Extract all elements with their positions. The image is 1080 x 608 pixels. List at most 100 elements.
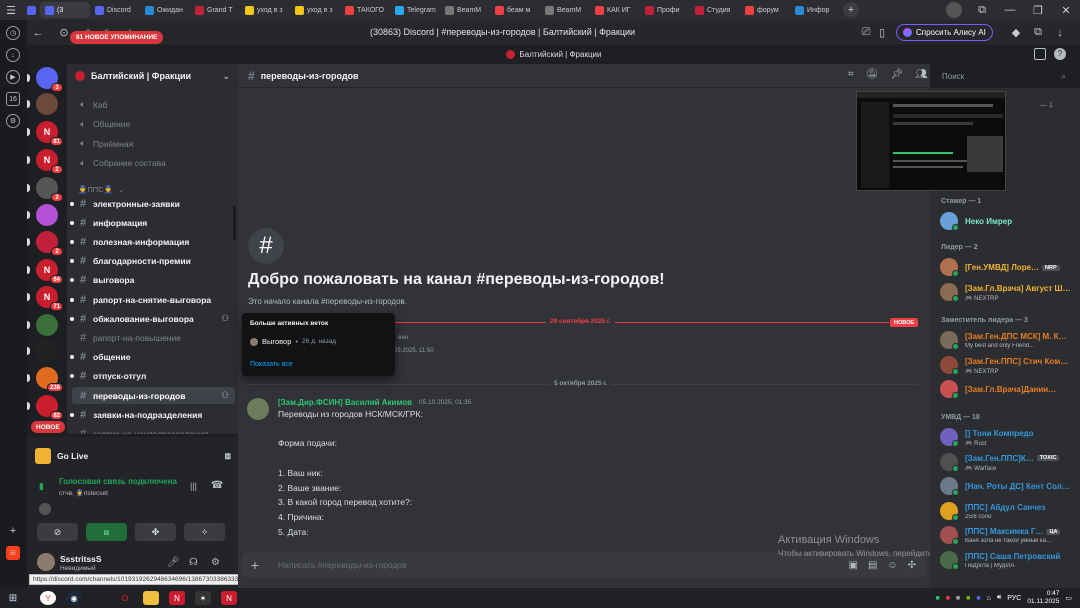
voice-channel[interactable]: 🔈︎ Общение [72, 116, 235, 133]
emoji-icon[interactable]: ☺ [887, 560, 897, 571]
tray-icon-2[interactable]: ■ [946, 595, 950, 602]
member-item[interactable]: [] Тони Компредо 🎮 Rust [940, 426, 1078, 448]
channel-item[interactable]: # заявки-на-подразделения [70, 406, 235, 423]
yandex-app-icon[interactable]: ⊟ [6, 546, 20, 560]
gift-icon[interactable]: ▣ [848, 560, 857, 571]
search-input[interactable]: Поиск ⌕ [937, 68, 1071, 85]
apps-icon[interactable]: ✣ [908, 560, 916, 571]
yandex-browser-icon[interactable]: Y [40, 591, 56, 605]
clock[interactable]: 0:47 01.11.2025 [1027, 590, 1059, 606]
volume-icon[interactable]: 🔊︎ [997, 594, 1001, 602]
vpn-icon[interactable]: ◆ [1008, 25, 1024, 41]
notifications-icon[interactable]: ▭ [1065, 594, 1072, 602]
history-icon[interactable]: ◷ [6, 26, 20, 40]
app-icon-1[interactable]: N [169, 591, 185, 605]
voice-channel[interactable]: 🔈︎ Каб [72, 96, 235, 113]
member-item[interactable]: [Зам.Ген.ДПС МСК] М. К… My best and only … [940, 329, 1078, 351]
server-header[interactable]: Балтийский | Фракции ⌄ [67, 64, 238, 88]
channel-item[interactable]: # обжалование-выговора ⚇ [70, 310, 235, 327]
soundboard-icon[interactable]: ||| [190, 481, 197, 491]
channel-item[interactable]: # электронные-заявки [70, 195, 235, 212]
server-icon[interactable]: N 71 [27, 286, 63, 311]
voice-connected-status[interactable]: Голосовая связь подключена [59, 477, 177, 486]
server-icon[interactable]: N2 [27, 149, 63, 174]
disconnect-icon[interactable]: ☎ [211, 480, 223, 491]
user-avatar[interactable] [37, 553, 55, 571]
voice-channel[interactable]: 🔈︎ Собрание состава [72, 155, 235, 172]
member-item[interactable]: Неко Имрер [940, 210, 1078, 232]
message-author[interactable]: [Зам.Дир.ФСИН] Василий Акимов [278, 398, 412, 407]
channel-item[interactable]: # рапорт-на-повышение [72, 329, 235, 346]
extensions-icon[interactable]: ⧉ [1030, 25, 1046, 41]
browser-tab[interactable]: Discord [90, 2, 140, 18]
member-item[interactable]: [ППС] Абдул Санчез 25/8 соло [940, 500, 1078, 522]
browser-tab[interactable] [22, 2, 40, 18]
yandex-menu-icon[interactable]: ☰ [0, 2, 22, 18]
browser-tab[interactable]: Grand T [190, 2, 240, 18]
file-explorer-icon[interactable] [143, 591, 159, 605]
channel-item[interactable]: # благодарности-премии [70, 253, 235, 270]
steam-icon[interactable]: ◉ [66, 591, 82, 605]
help-icon[interactable]: ? [1054, 48, 1066, 60]
thread-item[interactable]: Выговор • 26 д. назад [250, 337, 336, 346]
add-member-icon[interactable]: ⚇ [221, 390, 229, 401]
alice-button[interactable]: Спросить Алису AI [896, 24, 993, 41]
minimize-icon[interactable]: — [1002, 2, 1018, 18]
channel-item[interactable]: # рапорт-на-снятие-выговора [70, 291, 235, 308]
screen-share-icon[interactable]: ⧈ [225, 451, 231, 462]
tray-icon-1[interactable]: ■ [935, 595, 939, 602]
channel-item[interactable]: # заявки-на-начподразделения [72, 425, 235, 434]
new-tab-icon[interactable]: + [843, 2, 859, 18]
message-input[interactable]: Написать #переводы-из-городов [268, 560, 848, 570]
voice-channel-name[interactable]: стчв, 👮ristecset [59, 489, 108, 497]
browser-tab[interactable]: Инфор [790, 2, 840, 18]
server-icon[interactable]: 3 [27, 67, 63, 92]
attach-icon[interactable]: + [242, 557, 268, 573]
maximize-icon[interactable]: ❐ [1030, 2, 1046, 18]
soundboard-button[interactable]: ✧ [184, 523, 225, 541]
app-icon-2[interactable]: ✶ [195, 591, 211, 605]
members-icon[interactable]: 👥︎ [915, 69, 928, 80]
member-item[interactable]: [Зам.Ген.ППС] Стич Ком… 🎮 NEXTRP [940, 354, 1078, 376]
go-live-bar[interactable]: Go Live ⧈ [35, 445, 231, 467]
server-icon[interactable] [27, 204, 58, 226]
opera-icon[interactable]: O [117, 591, 133, 605]
pin-icon[interactable]: 📌︎ [890, 69, 903, 80]
activities-button[interactable]: ✤ [135, 523, 176, 541]
voice-participant-avatar[interactable] [39, 503, 51, 515]
language-indicator[interactable]: РУС [1007, 595, 1021, 602]
server-icon[interactable] [27, 93, 58, 115]
share-screen-button[interactable]: ⧈ [86, 523, 127, 541]
member-item[interactable]: [Зам.Гл.Врача]Дании… [940, 378, 1078, 400]
add-panel-icon[interactable]: + [6, 524, 20, 538]
camera-off-button[interactable]: ⊘ [37, 523, 78, 541]
downloads-icon[interactable]: ↓ [6, 48, 20, 62]
voice-channel[interactable]: 🔈︎ Приёмная [72, 135, 235, 152]
browser-tab[interactable]: форум [740, 2, 790, 18]
headphones-icon[interactable]: ☊ [189, 557, 198, 568]
download-icon[interactable]: ↓ [1052, 25, 1068, 41]
browser-tab[interactable]: КАК ИГ [590, 2, 640, 18]
profile-icon[interactable] [946, 2, 962, 18]
threads-icon[interactable]: ⌗ [848, 69, 854, 80]
browser-tab[interactable]: Telegram [390, 2, 440, 18]
member-item[interactable]: [ППС] Саша Петровский ПеДрІЛа | МудІлА [940, 549, 1078, 571]
sidebar-scrollbar[interactable] [233, 206, 236, 240]
notifications-icon[interactable]: 🔕︎ [866, 69, 879, 80]
screen-share-preview[interactable] [856, 91, 1006, 191]
back-icon[interactable]: ← [30, 25, 46, 41]
browser-tab[interactable]: уход в з [290, 2, 340, 18]
start-icon[interactable]: ⊞ [5, 591, 21, 605]
add-member-icon[interactable]: ⚇ [221, 313, 229, 324]
channel-item[interactable]: # выговора [70, 272, 235, 289]
browser-tab[interactable]: Студия [690, 2, 740, 18]
play-icon[interactable]: ▶ [6, 70, 20, 84]
protect-icon[interactable]: ⎚ [858, 25, 874, 41]
channel-item[interactable]: # отпуск-отгул [70, 368, 235, 385]
user-settings-icon[interactable]: ⚙ [211, 557, 220, 568]
close-icon[interactable]: ✕ [1058, 2, 1074, 18]
browser-tab[interactable]: BeamM [440, 2, 490, 18]
tray-icon-4[interactable]: ■ [966, 595, 970, 602]
app-icon-3[interactable]: N [221, 591, 237, 605]
browser-tab[interactable]: Ожидан [140, 2, 190, 18]
